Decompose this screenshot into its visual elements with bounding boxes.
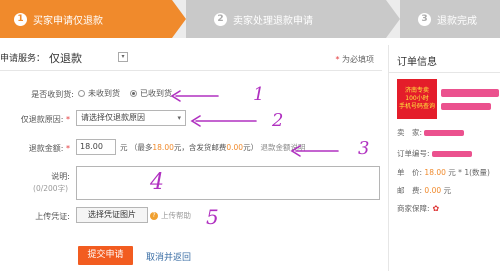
order-info-panel: 订单信息 济南专卖 100小时 手机号码查询 卖 家: 订单编号: 单 价: 1…	[388, 45, 500, 271]
annotation-1: 1	[253, 84, 265, 105]
guarantee-row: 商家保障: ✿	[397, 204, 440, 213]
product-thumbnail[interactable]: 济南专卖 100小时 手机号码查询	[397, 79, 437, 119]
arrow-2	[190, 115, 257, 127]
divider	[389, 72, 500, 73]
step-number: 3	[418, 12, 431, 26]
seller-row: 卖 家:	[397, 127, 465, 138]
step-complete: 3 退款完成	[400, 0, 500, 38]
annotation-2: 2	[272, 110, 284, 131]
order-info-title: 订单信息	[397, 57, 437, 68]
annotation-arrows	[170, 90, 339, 157]
refund-page: 1 买家申请仅退款 2 卖家处理退款申请 3 退款完成 申请服务： 仅退款 ▾ …	[0, 0, 500, 271]
annotation-5: 5	[206, 205, 219, 229]
postage-value: 0.00	[424, 186, 442, 195]
price-row: 单 价: 18.00 元 * 1(数量)	[397, 168, 490, 177]
redacted-seller	[424, 130, 465, 136]
order-number-row: 订单编号:	[397, 148, 472, 159]
redacted-product-title	[441, 103, 491, 110]
price-value: 18.00	[424, 168, 446, 177]
annotation-3: 3	[358, 138, 370, 159]
step-label: 退款完成	[437, 15, 477, 27]
annotation-4: 4	[150, 170, 164, 195]
postage-row: 邮 费: 0.00 元	[397, 186, 452, 195]
guarantee-icon: ✿	[432, 204, 440, 213]
step-arrow	[386, 0, 400, 38]
arrow-1	[170, 90, 219, 102]
redacted-order-number	[431, 151, 472, 157]
arrow-3	[290, 145, 339, 157]
redacted-product-title	[441, 89, 499, 97]
